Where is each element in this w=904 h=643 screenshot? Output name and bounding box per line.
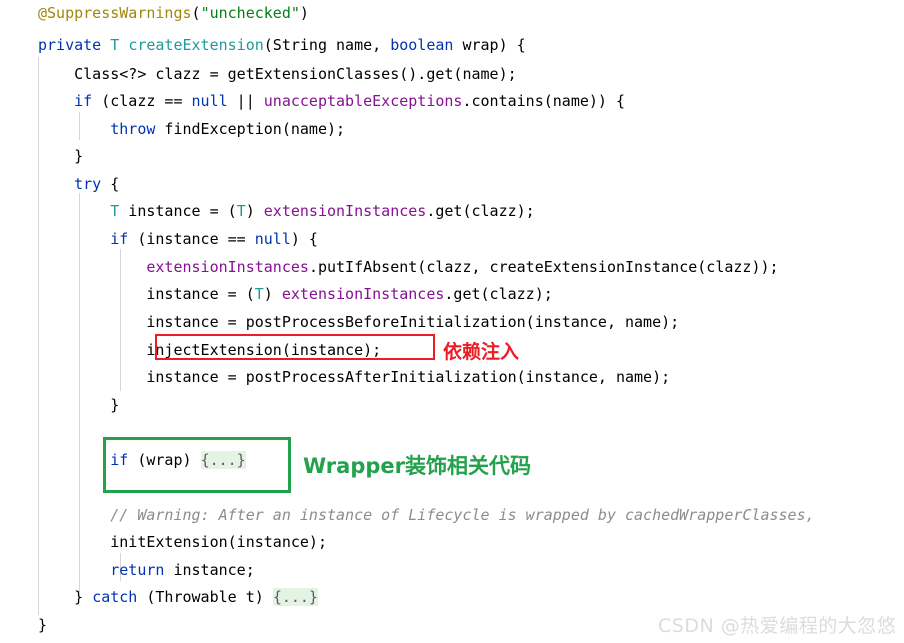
code-token-plain: (instance == [128,230,255,248]
code-token-plain: instance = ( [119,202,237,220]
code-token-plain: } [38,616,48,634]
code-line[interactable]: // Warning: After an instance of Lifecyc… [38,504,815,527]
code-token-plain: instance = postProcessBeforeInitializati… [38,313,680,331]
code-token-plain: instance = ( [38,285,255,303]
code-token-keyword: if [110,230,129,248]
code-token-plain: (clazz == [92,92,192,110]
code-token-plain: (String name, [263,36,391,54]
code-token-keyword: try [74,175,102,193]
annotation-label-red: 依赖注入 [443,341,520,363]
code-token-plain: } [38,396,120,414]
code-line[interactable]: instance = postProcessAfterInitializatio… [38,366,670,389]
code-token-plain: { [101,175,120,193]
code-line[interactable]: instance = postProcessBeforeInitializati… [38,311,679,334]
code-token-field: extensionInstances [263,202,427,220]
code-token-keyword: throw [110,120,156,138]
code-line[interactable]: } catch (Throwable t) {...} [38,586,318,609]
code-line[interactable]: } [38,145,83,168]
code-token-anno: @SuppressWarnings [38,4,192,22]
code-token-keyword: null [191,92,228,110]
code-token-plain: (Throwable t) [137,588,273,606]
code-content-area[interactable]: @SuppressWarnings("unchecked") private T … [0,0,904,643]
annotation-label-green: Wrapper装饰相关代码 [303,454,531,478]
code-token-plain: ) [245,202,264,220]
code-token-plain: instance = postProcessAfterInitializatio… [38,368,671,386]
code-line[interactable]: @SuppressWarnings("unchecked") [38,2,309,25]
code-token-plain: ) { [290,230,318,248]
code-token-plain: } [38,147,84,165]
code-token-plain: findException(name); [155,120,346,138]
code-token-field: extensionInstances [281,285,445,303]
code-token-type: createExtension [128,36,264,54]
code-token-plain: .putIfAbsent(clazz, createExtensionInsta… [308,258,779,276]
code-token-keyword: boolean [390,36,454,54]
code-line[interactable]: return instance; [38,559,255,582]
csdn-watermark: CSDN @热爱编程的大忽悠 [658,615,897,637]
code-token-plain: ( [191,4,201,22]
code-line[interactable]: instance = (T) extensionInstances.get(cl… [38,283,553,306]
code-line[interactable]: } [38,614,47,637]
code-token-plain: || [227,92,264,110]
code-token-keyword: null [254,230,291,248]
code-token-plain: .contains(name)) { [462,92,626,110]
code-token-keyword: catch [92,588,138,606]
code-line[interactable]: T instance = (T) extensionInstances.get(… [38,200,535,223]
annotation-box-green [103,437,291,493]
code-token-field: extensionInstances [146,258,309,276]
code-token-plain: wrap) { [453,36,526,54]
code-token-keyword: private [38,36,111,54]
code-line[interactable]: initExtension(instance); [38,531,327,554]
code-token-plain: instance; [164,561,255,579]
code-line[interactable]: if (clazz == null || unacceptableExcepti… [38,90,625,113]
code-line[interactable]: extensionInstances.putIfAbsent(clazz, cr… [38,256,779,279]
code-token-keyword: if [74,92,93,110]
code-line[interactable]: try { [38,173,119,196]
code-token-plain: ) [263,285,282,303]
code-line[interactable]: throw findException(name); [38,118,345,141]
code-token-field: unacceptableExceptions [263,92,463,110]
code-token-plain: Class<?> clazz = getExtensionClasses().g… [38,65,517,83]
code-line[interactable]: if (instance == null) { [38,228,318,251]
code-token-fold: {...} [272,588,318,606]
code-token-plain: .get(clazz); [444,285,553,303]
code-token-plain: ) [299,4,309,22]
code-token-keyword: return [110,561,165,579]
code-token-plain: .get(clazz); [426,202,535,220]
code-line[interactable]: private T createExtension(String name, b… [38,34,526,57]
code-token-type: T [110,202,120,220]
code-editor-screenshot: @SuppressWarnings("unchecked") private T … [0,0,904,643]
code-token-type: T [254,285,264,303]
code-token-comment: // Warning: After an instance of Lifecyc… [38,506,815,524]
code-token-type: T [110,36,129,54]
code-token-type: T [236,202,246,220]
code-token-string: "unchecked" [200,4,300,22]
code-token-plain: initExtension(instance); [38,533,327,551]
annotation-box-red [155,334,435,360]
code-token-plain: } [38,588,93,606]
code-line[interactable]: } [38,394,119,417]
code-line[interactable]: Class<?> clazz = getExtensionClasses().g… [38,63,517,86]
